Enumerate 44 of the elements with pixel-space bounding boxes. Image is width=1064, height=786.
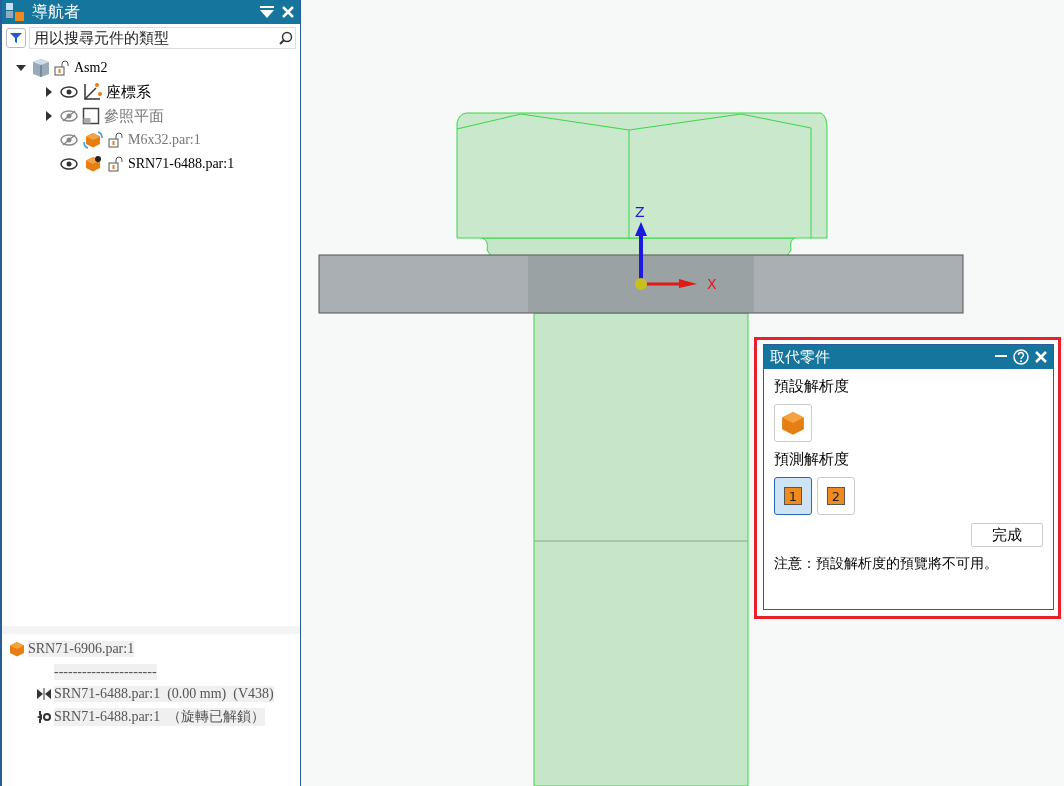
part-icon (82, 130, 104, 150)
coordinate-system-icon (82, 82, 102, 102)
minimize-icon[interactable] (995, 355, 1007, 359)
eye-icon[interactable] (60, 158, 78, 170)
unlock-icon (108, 132, 124, 148)
assembly-icon (32, 58, 50, 78)
part-icon (8, 640, 26, 658)
note-text: 注意：預設解析度的預覽將不可用。 (774, 555, 999, 573)
dialog-title: 取代零件 (770, 347, 831, 367)
unlock-icon (54, 60, 70, 76)
filter-button[interactable] (6, 28, 26, 48)
section-label: 預測解析度 (774, 450, 850, 469)
section-label: 預設解析度 (774, 377, 850, 396)
tree-item-label[interactable]: SRN71-6488.par:1 (128, 156, 235, 172)
resolution-option[interactable]: 1 (774, 477, 812, 515)
relationship-item[interactable]: SRN71-6488.par:1 (0.00 mm) (V438) (54, 686, 274, 702)
tree-item-label[interactable]: 參照平面 (104, 106, 164, 126)
eye-crossed-icon[interactable] (60, 110, 78, 122)
help-icon[interactable] (1013, 349, 1029, 365)
close-icon[interactable] (282, 6, 294, 18)
relationship-item[interactable]: SRN71-6488.par:1 （旋轉已解鎖） (54, 708, 266, 726)
separator-text: ---------------------- (54, 664, 157, 680)
panel-title: 導航者 (32, 1, 81, 23)
eye-icon[interactable] (60, 86, 78, 98)
done-button[interactable]: 完成 (971, 523, 1043, 547)
search-field[interactable]: 用以搜尋元件的類型 (29, 27, 296, 49)
search-icon[interactable] (279, 31, 293, 45)
axial-align-icon (36, 710, 52, 724)
navigator-icon (6, 3, 24, 21)
triangle-down-icon[interactable] (260, 6, 274, 18)
resolution-option[interactable]: 2 (817, 477, 855, 515)
cube-icon (779, 409, 807, 437)
filter-icon (10, 32, 22, 44)
selected-part-label[interactable]: SRN71-6906.par:1 (28, 641, 135, 657)
unlock-icon (108, 156, 124, 172)
mate-icon (36, 687, 52, 701)
tree-item-label[interactable]: M6x32.par:1 (128, 132, 201, 148)
eye-crossed-icon[interactable] (60, 134, 78, 146)
axis-triad-drawing: Z X (631, 202, 727, 292)
close-icon[interactable] (1035, 351, 1047, 363)
part-button[interactable] (774, 404, 812, 442)
plane-icon (82, 107, 100, 125)
tree-item-label[interactable]: Asm2 (74, 60, 108, 76)
tree-item-label[interactable]: 座標系 (106, 82, 151, 102)
